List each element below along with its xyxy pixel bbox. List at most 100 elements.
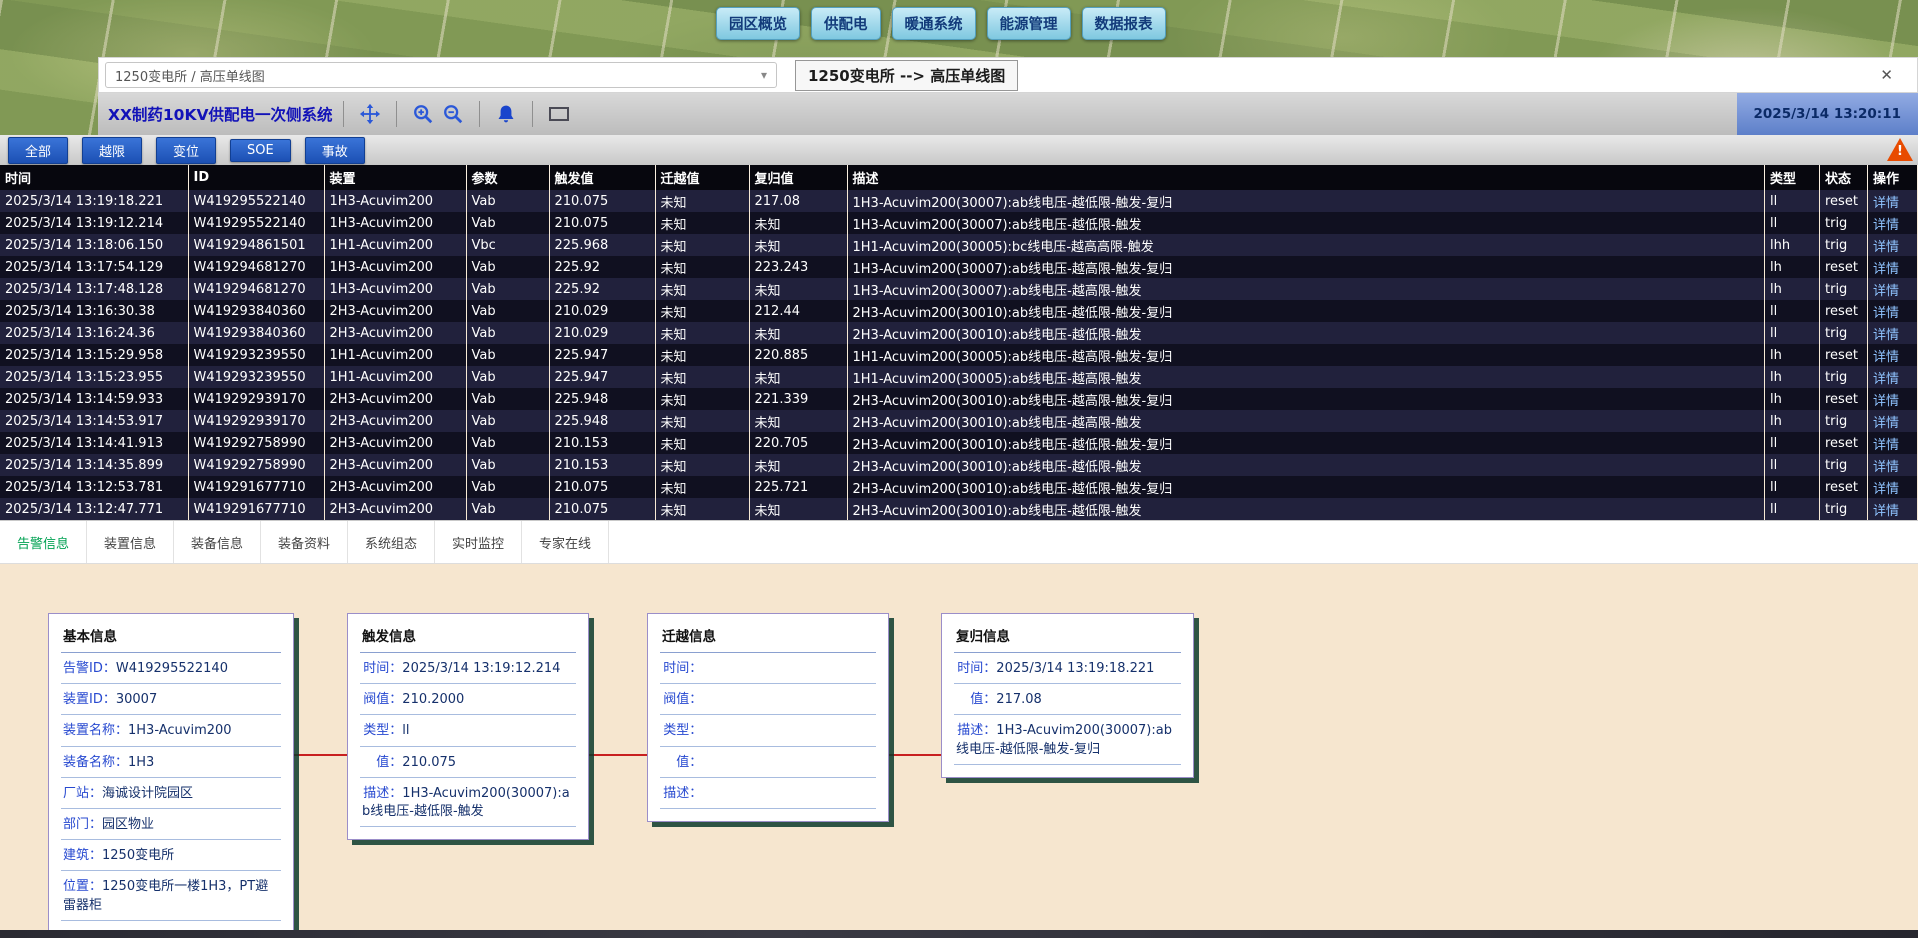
alarm-warning-icon[interactable]: ! xyxy=(1887,138,1913,162)
detail-link[interactable]: 详情 xyxy=(1873,350,1899,365)
nav-button-3[interactable]: 暖通系统 xyxy=(892,7,976,40)
zoom-in-icon[interactable] xyxy=(408,99,438,129)
field-value: 1H3 xyxy=(128,755,154,770)
table-cell: Vab xyxy=(466,410,549,432)
bottom-tab-4[interactable]: 装备资料 xyxy=(261,521,348,563)
table-cell: lh xyxy=(1765,388,1820,410)
table-cell: W419293239550 xyxy=(188,344,324,366)
table-cell: 2H3-Acuvim200 xyxy=(324,388,466,410)
detail-link[interactable]: 详情 xyxy=(1873,482,1899,497)
detail-link[interactable]: 详情 xyxy=(1873,460,1899,475)
table-cell: 2025/3/14 13:17:54.129 xyxy=(0,256,188,278)
alarm-row[interactable]: 2025/3/14 13:12:47.771W4192916777102H3-A… xyxy=(0,498,1918,520)
alarm-row[interactable]: 2025/3/14 13:14:41.913W4192927589902H3-A… xyxy=(0,432,1918,454)
table-cell: 220.705 xyxy=(749,432,847,454)
card-basic: 基本信息告警ID：W419295522140装置ID：30007装置名称：1H3… xyxy=(48,613,294,934)
table-cell: 1H3-Acuvim200 xyxy=(324,278,466,300)
filter-buttons: 全部越限变位 SOE 事故 xyxy=(8,137,365,164)
selection-rectangle-icon[interactable] xyxy=(544,99,574,129)
bottom-tab-5[interactable]: 系统组态 xyxy=(348,521,435,563)
detail-link[interactable]: 详情 xyxy=(1873,240,1899,255)
table-cell: 225.947 xyxy=(549,366,655,388)
nav-button-1[interactable]: 园区概览 xyxy=(716,7,800,40)
filter-button-1[interactable]: 全部 xyxy=(8,137,68,164)
table-cell: Vbc xyxy=(466,234,549,256)
detail-link[interactable]: 详情 xyxy=(1873,394,1899,409)
detail-link[interactable]: 详情 xyxy=(1873,328,1899,343)
alarm-row[interactable]: 2025/3/14 13:16:24.36W4192938403602H3-Ac… xyxy=(0,322,1918,344)
detail-panel: 基本信息告警ID：W419295522140装置ID：30007装置名称：1H3… xyxy=(0,564,1918,930)
filter-button-5[interactable]: 事故 xyxy=(305,137,365,164)
filter-button-3[interactable]: 变位 xyxy=(156,137,216,164)
alarm-row[interactable]: 2025/3/14 13:18:06.150W4192948615011H1-A… xyxy=(0,234,1918,256)
table-cell: 未知 xyxy=(749,278,847,300)
view-dropdown[interactable]: 1250变电所 / 高压单线图 ▾ xyxy=(105,62,777,88)
table-cell: W419293840360 xyxy=(188,322,324,344)
table-cell: 详情 xyxy=(1868,432,1918,454)
detail-link[interactable]: 详情 xyxy=(1873,284,1899,299)
alarm-row[interactable]: 2025/3/14 13:14:59.933W4192929391702H3-A… xyxy=(0,388,1918,410)
toolbar: XX制药10KV供配电一次侧系统 2025/3/14 13:20:11 xyxy=(98,93,1918,135)
table-cell: 未知 xyxy=(655,212,749,234)
detail-link[interactable]: 详情 xyxy=(1873,262,1899,277)
card-field: 类型：ll xyxy=(360,715,576,746)
detail-link[interactable]: 详情 xyxy=(1873,438,1899,453)
table-cell: 220.885 xyxy=(749,344,847,366)
alarm-bell-icon[interactable] xyxy=(491,99,521,129)
system-title: XX制药10KV供配电一次侧系统 xyxy=(108,103,332,125)
filter-button-2[interactable]: 越限 xyxy=(82,137,142,164)
column-header: 状态 xyxy=(1820,165,1868,190)
pan-icon[interactable] xyxy=(355,99,385,129)
detail-link[interactable]: 详情 xyxy=(1873,306,1899,321)
field-value: 30007 xyxy=(116,692,157,707)
alarm-row[interactable]: 2025/3/14 13:17:54.129W4192946812701H3-A… xyxy=(0,256,1918,278)
alarm-row[interactable]: 2025/3/14 13:19:18.221W4192955221401H3-A… xyxy=(0,190,1918,212)
bottom-tab-1[interactable]: 告警信息 xyxy=(0,521,87,563)
nav-button-4[interactable]: 能源管理 xyxy=(987,7,1071,40)
table-cell: lh xyxy=(1765,410,1820,432)
zoom-out-icon[interactable] xyxy=(438,99,468,129)
table-cell: 未知 xyxy=(655,410,749,432)
alarm-row[interactable]: 2025/3/14 13:15:23.955W4192932395501H1-A… xyxy=(0,366,1918,388)
detail-link[interactable]: 详情 xyxy=(1873,196,1899,211)
alarm-table-header-row: 时间ID装置参数触发值迁越值复归值描述类型状态操作 xyxy=(0,165,1918,190)
card-field: 描述：1H3-Acuvim200(30007):ab线电压-越低限-触发 xyxy=(360,778,576,827)
detail-link[interactable]: 详情 xyxy=(1873,416,1899,431)
table-cell: 1H3-Acuvim200(30007):ab线电压-越低限-触发-复归 xyxy=(847,190,1765,212)
bottom-tab-6[interactable]: 实时监控 xyxy=(435,521,522,563)
card-field: 部门：园区物业 xyxy=(61,809,281,840)
alarm-row[interactable]: 2025/3/14 13:19:12.214W4192955221401H3-A… xyxy=(0,212,1918,234)
table-cell: 1H1-Acuvim200 xyxy=(324,344,466,366)
alarm-row[interactable]: 2025/3/14 13:14:53.917W4192929391702H3-A… xyxy=(0,410,1918,432)
table-cell: 2H3-Acuvim200(30010):ab线电压-越低限-触发 xyxy=(847,322,1765,344)
table-cell: 详情 xyxy=(1868,300,1918,322)
column-header: 触发值 xyxy=(549,165,655,190)
nav-button-2[interactable]: 供配电 xyxy=(811,7,881,40)
alarm-row[interactable]: 2025/3/14 13:17:48.128W4192946812701H3-A… xyxy=(0,278,1918,300)
card-field: 时间： xyxy=(660,653,876,684)
close-icon[interactable]: ✕ xyxy=(1880,66,1893,84)
alarm-row[interactable]: 2025/3/14 13:16:30.38W4192938403602H3-Ac… xyxy=(0,300,1918,322)
alarm-row[interactable]: 2025/3/14 13:15:29.958W4192932395501H1-A… xyxy=(0,344,1918,366)
bottom-tab-2[interactable]: 装置信息 xyxy=(87,521,174,563)
detail-link[interactable]: 详情 xyxy=(1873,372,1899,387)
detail-link[interactable]: 详情 xyxy=(1873,504,1899,519)
detail-link[interactable]: 详情 xyxy=(1873,218,1899,233)
filter-button-4[interactable]: SOE xyxy=(230,139,291,162)
alarm-row[interactable]: 2025/3/14 13:12:53.781W4192916777102H3-A… xyxy=(0,476,1918,498)
field-value: 210.075 xyxy=(402,755,456,770)
table-cell: Vab xyxy=(466,278,549,300)
connector-line xyxy=(589,754,647,756)
table-cell: Vab xyxy=(466,498,549,520)
alarm-row[interactable]: 2025/3/14 13:14:35.899W4192927589902H3-A… xyxy=(0,454,1918,476)
table-cell: 详情 xyxy=(1868,498,1918,520)
table-cell: 223.243 xyxy=(749,256,847,278)
nav-button-5[interactable]: 数据报表 xyxy=(1082,7,1166,40)
field-value: 210.2000 xyxy=(402,692,464,707)
bottom-tab-7[interactable]: 专家在线 xyxy=(522,521,609,563)
table-cell: reset xyxy=(1820,432,1868,454)
table-cell: 2025/3/14 13:14:53.917 xyxy=(0,410,188,432)
bottom-tab-3[interactable]: 装备信息 xyxy=(174,521,261,563)
table-cell: 1H1-Acuvim200 xyxy=(324,366,466,388)
card-field: 装置名称：1H3-Acuvim200 xyxy=(61,715,281,746)
